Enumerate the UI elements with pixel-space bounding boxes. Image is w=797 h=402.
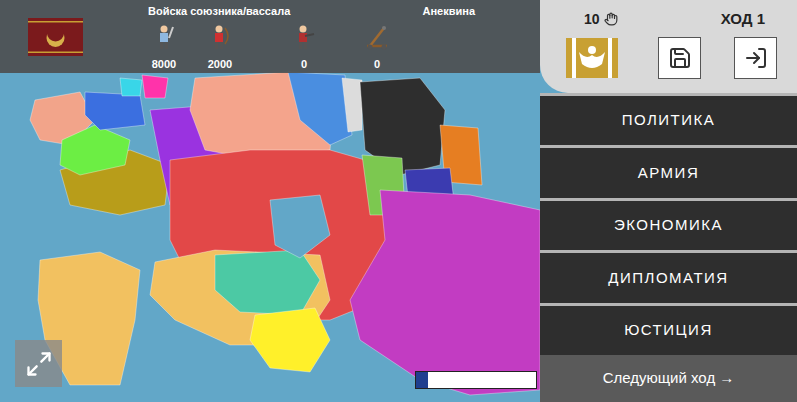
map-region[interactable] [250, 308, 330, 372]
top-bar: Войска союзника/вассалаАнеквина800020000… [0, 0, 540, 73]
map-region[interactable] [215, 250, 320, 315]
faction-flag-icon[interactable] [28, 18, 83, 56]
unit-count: 0 [360, 24, 394, 73]
next-turn-button[interactable]: Следующий ход → [540, 355, 797, 402]
menu-item[interactable]: ЭКОНОМИКА [540, 201, 797, 250]
menu-item[interactable]: ЮСТИЦИЯ [540, 306, 797, 355]
progress-bar [415, 371, 537, 389]
progress-fill [416, 372, 428, 388]
map-region[interactable] [350, 190, 540, 395]
hand-icon [604, 12, 618, 26]
map-region[interactable] [142, 75, 168, 98]
swordsman-icon [153, 24, 175, 50]
map-region[interactable] [270, 195, 330, 258]
map-region[interactable] [60, 125, 130, 175]
menu-item[interactable]: ДИПЛОМАТИЯ [540, 253, 797, 302]
unit-count: 8000 [136, 24, 192, 73]
actions-counter: 10 [584, 9, 618, 30]
map-area[interactable]: Войска союзника/вассалаАнеквина800020000… [0, 0, 540, 402]
menu-item[interactable]: АРМИЯ [540, 148, 797, 197]
save-button[interactable] [658, 37, 701, 79]
expand-icon [25, 350, 53, 378]
main-menu: ПОЛИТИКААРМИЯЭКОНОМИКАДИПЛОМАТИЯЮСТИЦИЯ [540, 93, 797, 355]
map-region[interactable] [120, 78, 142, 96]
map-region[interactable] [342, 78, 362, 132]
allied-label: Войска союзника/вассала [148, 3, 290, 20]
unit-count: 0 [248, 24, 360, 73]
faction-name: Анеквина [423, 3, 476, 20]
map-region[interactable] [85, 92, 145, 130]
exit-icon [744, 46, 768, 70]
unit-count: 2000 [192, 24, 248, 73]
catapult-icon [364, 24, 390, 50]
faction-emblem-icon[interactable] [566, 38, 618, 78]
fullscreen-button[interactable] [15, 340, 62, 387]
exit-button[interactable] [734, 37, 777, 79]
archer-icon [209, 24, 231, 50]
side-panel: 10 ХОД 1 ПОЛИТИКААРМИЯЭКОНОМИКАДИПЛОМАТИЯЮ… [540, 0, 797, 402]
game-screen: Войска союзника/вассалаАнеквина800020000… [0, 0, 797, 402]
gunner-icon [293, 24, 315, 50]
troops-panel: Войска союзника/вассалаАнеквина800020000… [148, 0, 540, 73]
turn-label: ХОД 1 [721, 8, 765, 31]
menu-item[interactable]: ПОЛИТИКА [540, 96, 797, 145]
save-icon [668, 46, 692, 70]
turn-panel: 10 ХОД 1 [540, 0, 797, 93]
